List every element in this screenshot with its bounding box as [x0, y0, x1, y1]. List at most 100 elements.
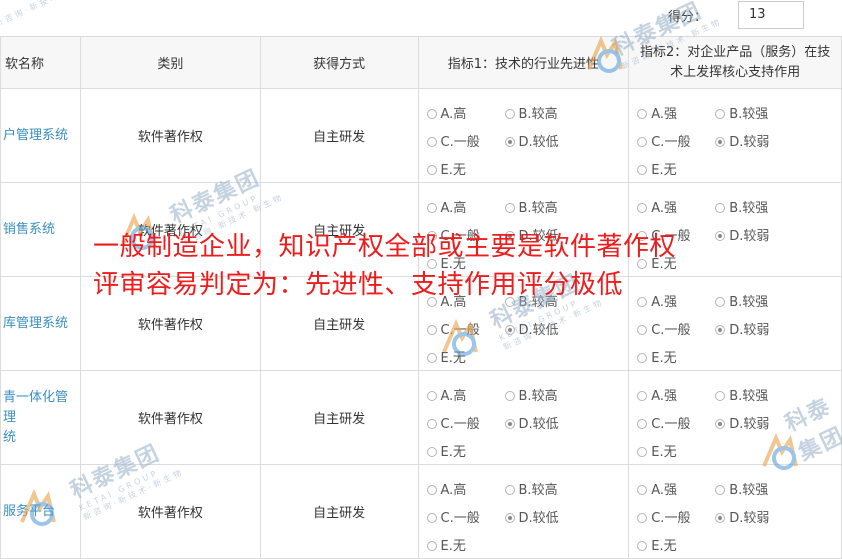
indicator1-option[interactable]: C.一般 — [426, 507, 480, 526]
radio-button-icon[interactable] — [715, 513, 726, 523]
radio-button-icon[interactable] — [637, 447, 648, 457]
indicator2-option[interactable]: C.一般 — [637, 413, 690, 432]
indicator2-option[interactable]: D.较弱 — [715, 225, 769, 244]
indicator2-option[interactable]: E.无 — [637, 347, 677, 366]
indicator1-option[interactable]: A.高 — [426, 479, 466, 498]
radio-button-icon[interactable] — [637, 541, 648, 551]
radio-button-icon[interactable] — [637, 165, 648, 175]
radio-button-icon[interactable] — [637, 297, 648, 307]
radio-button-icon[interactable] — [637, 513, 648, 523]
indicator2-option[interactable]: B.较强 — [715, 103, 768, 122]
radio-button-icon[interactable] — [637, 325, 648, 335]
software-name[interactable]: 服务平台 — [0, 464, 81, 559]
software-name-line2[interactable]: 统 — [3, 428, 78, 448]
radio-button-icon[interactable] — [504, 391, 515, 401]
indicator2-option[interactable]: A.强 — [637, 103, 677, 122]
indicator1-option[interactable]: C.一般 — [426, 413, 480, 432]
radio-button-icon[interactable] — [504, 485, 515, 495]
indicator2-option[interactable]: E.无 — [637, 535, 677, 554]
radio-button-icon[interactable] — [637, 485, 648, 495]
indicator2-option[interactable]: A.强 — [637, 291, 677, 310]
radio-button-icon[interactable] — [504, 109, 515, 119]
radio-button-icon[interactable] — [426, 513, 437, 523]
ip-category: 软件著作权 — [79, 464, 261, 559]
radio-option-label: C.一般 — [651, 511, 691, 526]
radio-button-icon[interactable] — [715, 137, 726, 147]
radio-button-icon[interactable] — [426, 485, 437, 495]
radio-button-icon[interactable] — [504, 419, 515, 429]
radio-button-icon[interactable] — [715, 297, 726, 307]
radio-option-label: D.较弱 — [729, 135, 770, 150]
indicator1-option[interactable]: E.无 — [426, 535, 466, 554]
indicator1-option[interactable]: B.较高 — [504, 103, 558, 122]
radio-button-icon[interactable] — [504, 137, 515, 147]
radio-button-icon[interactable] — [715, 203, 726, 213]
radio-button-icon[interactable] — [504, 203, 515, 213]
indicator2-option[interactable]: C.一般 — [637, 131, 690, 150]
header-indicator2: 指标2：对企业产品（服务）在技 术上发挥核心支持作用 — [628, 36, 842, 89]
radio-button-icon[interactable] — [715, 231, 726, 241]
indicator1-option[interactable]: D.较低 — [504, 319, 559, 338]
software-name[interactable]: 户管理系统 — [0, 88, 81, 183]
indicator1-option[interactable]: A.高 — [426, 385, 466, 404]
indicator2-option[interactable]: E.无 — [637, 441, 677, 460]
indicator1-option[interactable]: D.较低 — [504, 507, 559, 526]
indicator2-option[interactable]: B.较强 — [715, 291, 768, 310]
indicator2-option[interactable]: B.较强 — [715, 197, 768, 216]
software-name[interactable]: 青一体化管理统 — [0, 370, 81, 465]
radio-button-icon[interactable] — [426, 419, 437, 429]
indicator1-option[interactable]: D.较低 — [504, 413, 559, 432]
indicator2-option[interactable]: D.较弱 — [715, 413, 769, 432]
indicator2-option[interactable]: A.强 — [637, 385, 677, 404]
indicator2-option[interactable]: E.无 — [637, 159, 677, 178]
indicator1-option[interactable]: B.较高 — [504, 197, 558, 216]
radio-button-icon[interactable] — [637, 203, 648, 213]
indicator1-option[interactable]: E.无 — [426, 159, 466, 178]
indicator1-option[interactable]: E.无 — [426, 441, 466, 460]
indicator2-option[interactable]: B.较强 — [715, 479, 768, 498]
radio-button-icon[interactable] — [426, 137, 437, 147]
radio-button-icon[interactable] — [637, 419, 648, 429]
radio-button-icon[interactable] — [426, 203, 437, 213]
indicator1-option[interactable]: E.无 — [426, 347, 466, 366]
indicator1-option[interactable]: D.较低 — [504, 131, 559, 150]
radio-button-icon[interactable] — [637, 353, 648, 363]
radio-button-icon[interactable] — [715, 391, 726, 401]
radio-button-icon[interactable] — [504, 513, 515, 523]
indicator1-option[interactable]: B.较高 — [504, 479, 558, 498]
radio-button-icon[interactable] — [637, 391, 648, 401]
radio-button-icon[interactable] — [426, 447, 437, 457]
indicator1-option[interactable]: B.较高 — [504, 385, 558, 404]
radio-button-icon[interactable] — [426, 391, 437, 401]
radio-button-icon[interactable] — [715, 419, 726, 429]
indicator1-option[interactable]: C.一般 — [426, 131, 480, 150]
software-name[interactable]: 库管理系统 — [0, 276, 81, 371]
software-name[interactable]: 销售系统 — [0, 182, 81, 277]
indicator2-option[interactable]: C.一般 — [637, 319, 690, 338]
header-name: 软名称 — [0, 36, 81, 89]
radio-button-icon[interactable] — [426, 325, 437, 335]
indicator2-option[interactable]: D.较弱 — [715, 131, 769, 150]
radio-button-icon[interactable] — [715, 325, 726, 335]
software-name-line1[interactable]: 青一体化管理 — [3, 388, 78, 428]
indicator2-option[interactable]: C.一般 — [637, 507, 690, 526]
radio-button-icon[interactable] — [426, 541, 437, 551]
indicator2-option[interactable]: A.强 — [637, 197, 677, 216]
radio-button-icon[interactable] — [426, 165, 437, 175]
radio-button-icon[interactable] — [715, 485, 726, 495]
score-input[interactable]: 13 — [738, 1, 804, 29]
radio-option-label: B.较强 — [729, 483, 769, 498]
indicator2-option[interactable]: D.较弱 — [715, 319, 769, 338]
radio-button-icon[interactable] — [715, 109, 726, 119]
indicator2-option[interactable]: D.较弱 — [715, 507, 769, 526]
radio-button-icon[interactable] — [637, 137, 648, 147]
indicator1-option[interactable]: A.高 — [426, 103, 466, 122]
indicator2-option[interactable]: A.强 — [637, 479, 677, 498]
indicator1-option[interactable]: C.一般 — [426, 319, 480, 338]
indicator1-option[interactable]: A.高 — [426, 197, 466, 216]
indicator2-option[interactable]: B.较强 — [715, 385, 768, 404]
radio-button-icon[interactable] — [426, 353, 437, 363]
radio-button-icon[interactable] — [637, 109, 648, 119]
radio-button-icon[interactable] — [426, 109, 437, 119]
radio-button-icon[interactable] — [504, 325, 515, 335]
